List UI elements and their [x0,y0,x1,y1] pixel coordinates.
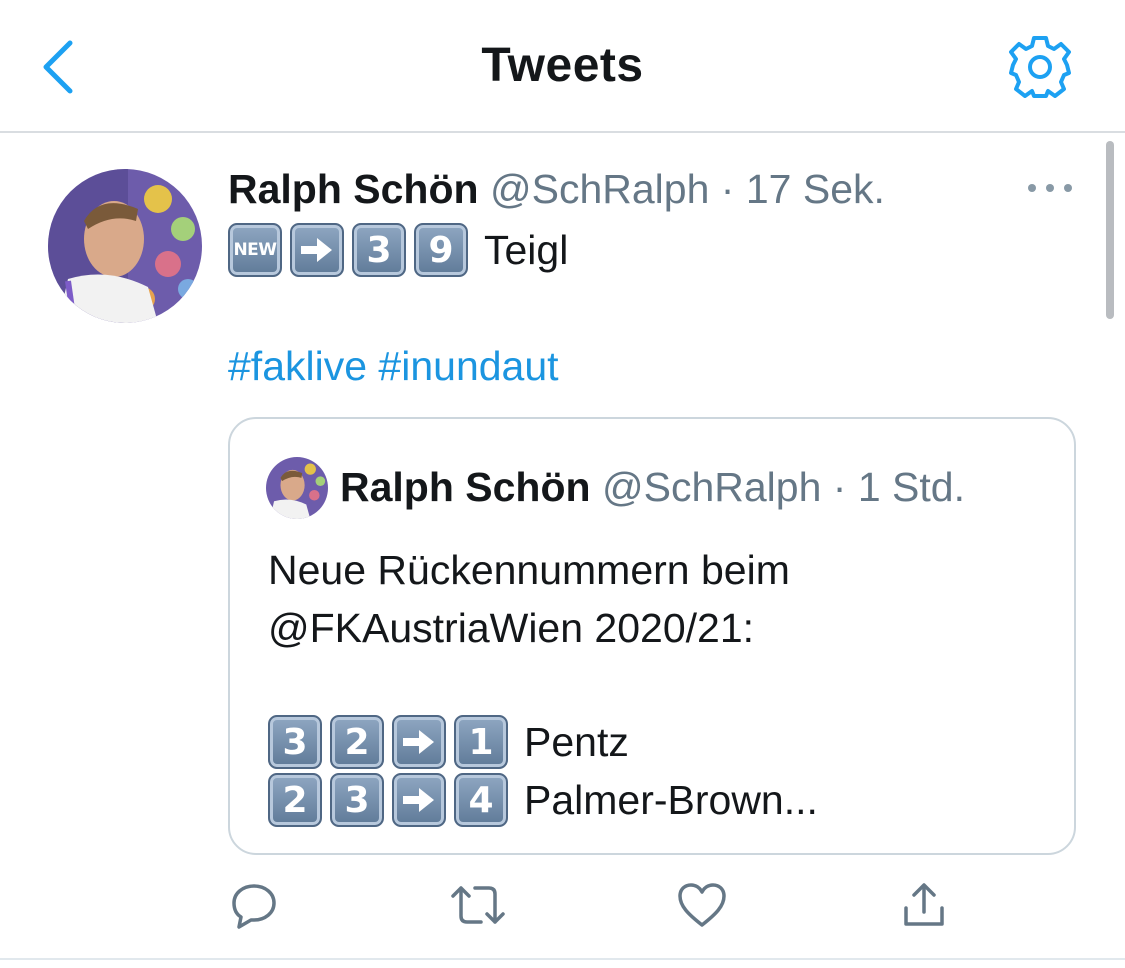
nav-header: Tweets [0,0,1125,133]
quoted-author-name: Ralph Schön [340,464,591,510]
keycap-digit: 4 [454,773,508,827]
right-arrow-emoji [392,715,446,769]
author-handle[interactable]: @SchRalph [490,166,709,212]
keycap-digit: 3 [268,715,322,769]
tweet-text: Teigl [484,226,569,273]
keycap-digit: 9 [414,223,468,277]
tweet-header: Ralph Schön @SchRalph · 17 Sek. [228,163,885,215]
share-icon [904,883,944,926]
right-arrow-icon [301,238,332,262]
hashtag-link[interactable]: #inundaut [378,343,558,389]
like-button[interactable] [672,870,732,940]
scrollbar[interactable] [1106,141,1114,319]
retweet-icon [451,886,505,924]
jersey-number-row: 3 2 1 Pentz [268,713,629,771]
separator-dot: · [720,166,735,212]
right-arrow-emoji [392,773,446,827]
separator-dot: · [832,464,847,510]
avatar[interactable] [48,169,202,323]
tweet-action-bar [0,870,1125,940]
keycap-digit: 2 [330,715,384,769]
right-arrow-icon [403,730,434,754]
tweets-screen: Tweets Ralph Schön @SchRalph · 17 Sek. N… [0,0,1125,968]
quoted-avatar-photo [266,457,328,519]
heart-icon [678,883,726,927]
more-options-button[interactable] [1024,178,1076,198]
share-button[interactable] [894,870,954,940]
avatar-photo [48,169,202,323]
reply-button[interactable] [224,870,284,940]
keycap-digit: 3 [352,223,406,277]
quoted-tweet-text: Neue Rückennummern beim @FKAustriaWien 2… [268,541,790,657]
retweet-button[interactable] [448,870,508,940]
new-keycap-emoji: NEW [228,223,282,277]
keycap-digit: 1 [454,715,508,769]
right-arrow-emoji [290,223,344,277]
quoted-author-handle: @SchRalph [601,464,822,510]
page-title: Tweets [481,39,644,92]
timestamp[interactable]: 17 Sek. [746,166,885,212]
right-arrow-icon [403,788,434,812]
quoted-text-line: @FKAustriaWien 2020/21: [268,605,755,651]
tweet-text-line: NEW 3 9 Teigl [228,222,568,278]
quoted-tweet-card[interactable]: Ralph Schön @SchRalph · 1 Std. Neue Rück… [228,417,1076,855]
quoted-avatar [266,457,328,519]
settings-button[interactable] [1006,34,1074,100]
hashtags: #faklive #inundaut [228,340,559,392]
player-name: Palmer-Brown... [524,776,818,823]
jersey-number-row: 2 3 4 Palmer-Brown... [268,771,818,829]
author-name[interactable]: Ralph Schön [228,166,479,212]
divider [0,958,1125,960]
reply-icon [232,884,276,929]
keycap-digit: 2 [268,773,322,827]
more-icon [1028,184,1072,192]
gear-icon [1009,36,1071,98]
player-name: Pentz [524,718,629,765]
hashtag-link[interactable]: #faklive [228,343,367,389]
quoted-text-line: Neue Rückennummern beim [268,547,790,593]
quoted-timestamp: 1 Std. [857,464,965,510]
keycap-digit: 3 [330,773,384,827]
quoted-tweet-header: Ralph Schön @SchRalph · 1 Std. [340,461,965,513]
